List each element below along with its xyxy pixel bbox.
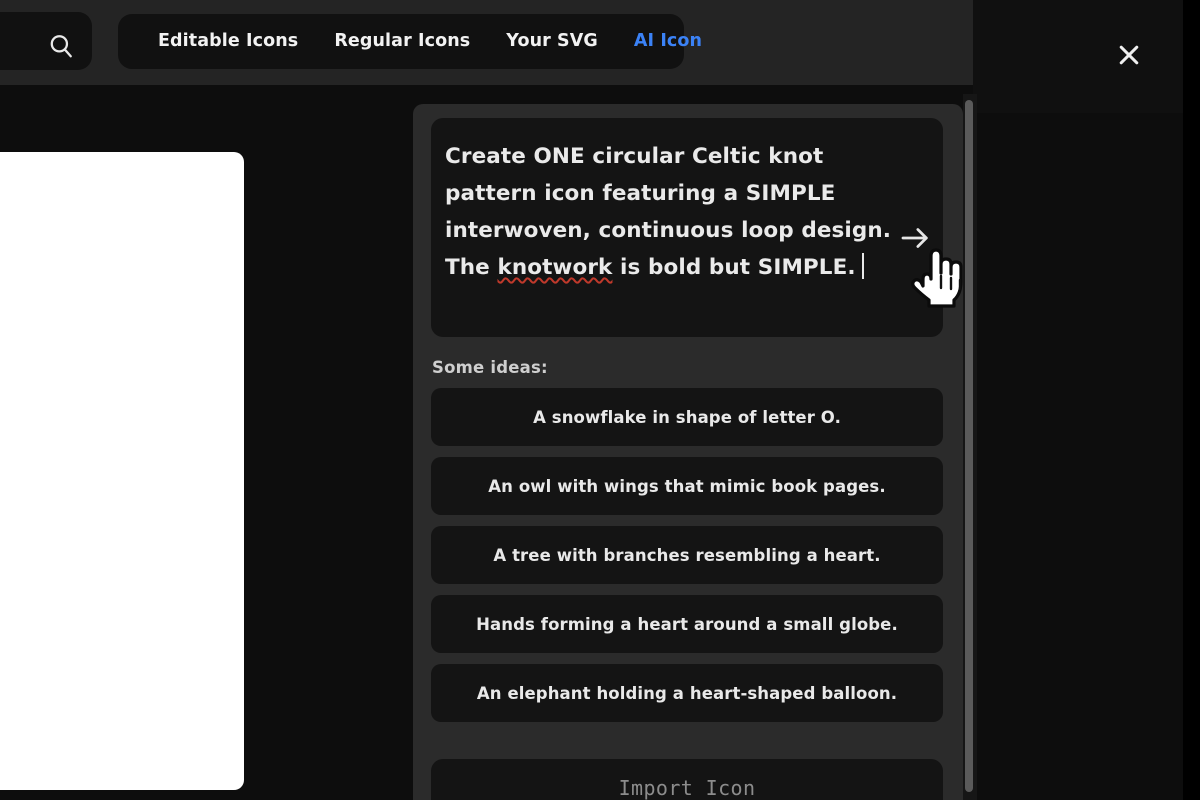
header-right-fill [973, 0, 1183, 113]
prompt-input[interactable]: Create ONE circular Celtic knot pattern … [431, 118, 943, 337]
arrow-right-icon [898, 221, 932, 255]
tab-ai-icon[interactable]: AI Icon [616, 14, 720, 69]
ai-icon-panel: Create ONE circular Celtic knot pattern … [413, 104, 963, 800]
prompt-text-misspelled: knotwork [497, 255, 613, 280]
idea-list: A snowflake in shape of letter O. An owl… [431, 388, 943, 722]
icon-preview-canvas[interactable] [0, 152, 244, 790]
prompt-text: Create ONE circular Celtic knot pattern … [445, 138, 921, 286]
tab-bar: Editable Icons Regular Icons Your SVG AI… [118, 14, 702, 69]
app-root: Editable Icons Regular Icons Your SVG AI… [0, 0, 1200, 800]
idea-suggestion-button[interactable]: An elephant holding a heart-shaped ballo… [431, 664, 943, 722]
panel-scrollbar-thumb[interactable] [965, 100, 973, 792]
tab-editable-icons[interactable]: Editable Icons [140, 14, 316, 69]
search-icon [48, 33, 74, 59]
prompt-text-part2: is bold but SIMPLE. [612, 255, 856, 280]
panel-content: Create ONE circular Celtic knot pattern … [431, 118, 943, 722]
idea-suggestion-button[interactable]: Hands forming a heart around a small glo… [431, 595, 943, 653]
idea-suggestion-button[interactable]: An owl with wings that mimic book pages. [431, 457, 943, 515]
right-black-strip [1183, 0, 1200, 800]
tab-regular-icons[interactable]: Regular Icons [316, 14, 488, 69]
close-icon [1112, 38, 1146, 72]
import-icon-button[interactable]: Import Icon [431, 759, 943, 800]
search-button[interactable] [0, 12, 92, 70]
tab-your-svg[interactable]: Your SVG [488, 14, 616, 69]
idea-suggestion-button[interactable]: A tree with branches resembling a heart. [431, 526, 943, 584]
close-button[interactable] [1112, 38, 1146, 72]
idea-suggestion-button[interactable]: A snowflake in shape of letter O. [431, 388, 943, 446]
ideas-label: Some ideas: [432, 358, 548, 377]
text-caret [861, 253, 864, 279]
submit-prompt-button[interactable] [898, 221, 932, 255]
